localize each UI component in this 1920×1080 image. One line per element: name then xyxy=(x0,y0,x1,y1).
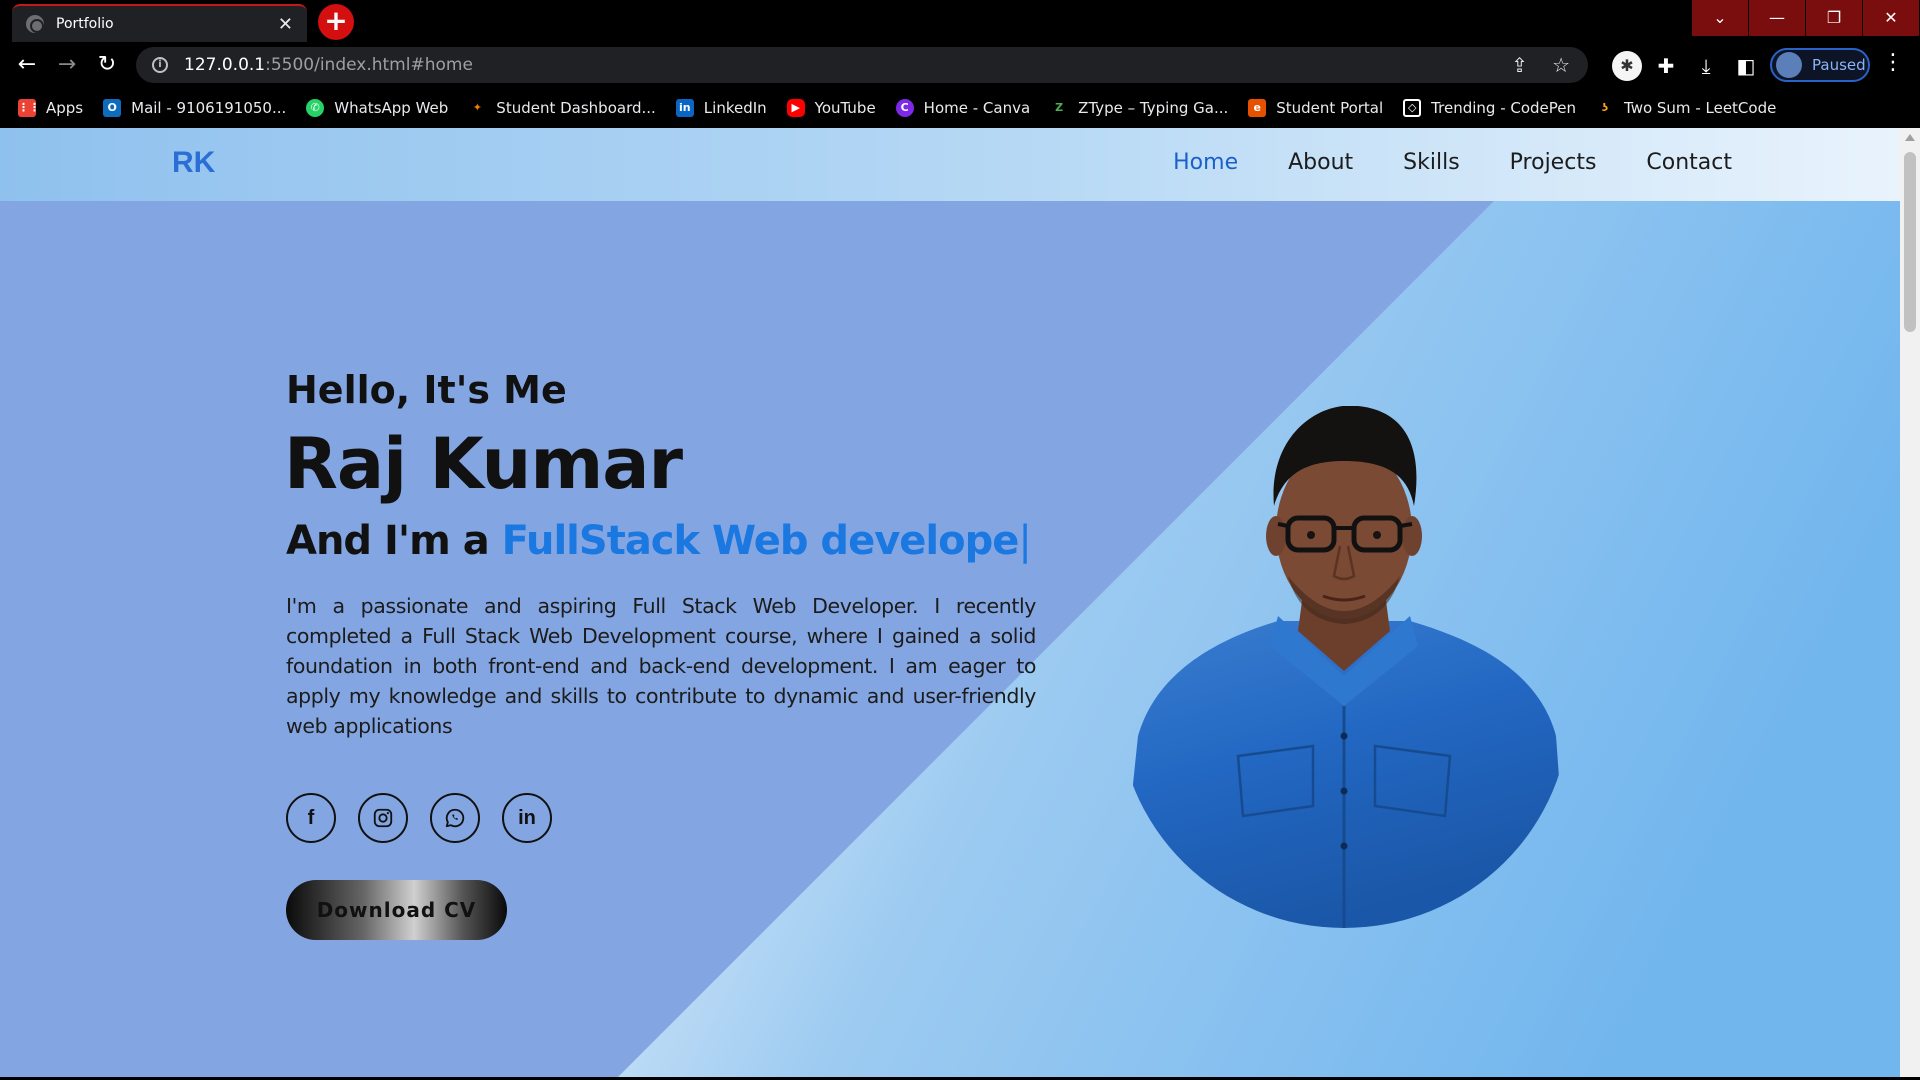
instagram-icon xyxy=(373,808,393,828)
bookmark-student-dashboard[interactable]: ✦ Student Dashboard... xyxy=(468,99,656,117)
extensions-puzzle-icon[interactable]: ✚ xyxy=(1650,50,1682,82)
whatsapp-icon xyxy=(445,808,465,828)
nav-contact[interactable]: Contact xyxy=(1646,150,1732,175)
share-icon[interactable]: ⇪ xyxy=(1511,53,1528,77)
browser-tab[interactable]: Portfolio ✕ xyxy=(12,4,307,42)
linkedin-icon: in xyxy=(675,99,694,117)
ztype-icon: Z xyxy=(1055,101,1064,114)
bookmark-mail[interactable]: O Mail - 9106191050... xyxy=(103,99,286,117)
apps-grid-icon: ⋮⋮ xyxy=(18,99,40,117)
browser-menu-icon[interactable]: ⋮ xyxy=(1882,50,1904,75)
close-tab-icon[interactable]: ✕ xyxy=(278,14,293,35)
whatsapp-link[interactable] xyxy=(430,793,480,843)
social-links: f in xyxy=(286,793,552,843)
bookmark-linkedin[interactable]: in LinkedIn xyxy=(675,99,767,117)
hero-bio: I'm a passionate and aspiring Full Stack… xyxy=(286,594,1036,738)
profile-photo xyxy=(1118,406,1570,928)
url-host: 127.0.0.1 xyxy=(184,55,266,75)
facebook-icon: f xyxy=(307,806,315,829)
page-scrollbar[interactable] xyxy=(1900,128,1920,1077)
bookmark-star-icon[interactable]: ☆ xyxy=(1552,53,1570,77)
bookmark-student-portal[interactable]: e Student Portal xyxy=(1248,99,1383,117)
browser-toolbar: ← → ↻ i 127.0.0.1:5500/index.html#home ⇪… xyxy=(0,42,1920,88)
bookmark-label: Apps xyxy=(46,99,84,117)
bookmark-label: YouTube xyxy=(814,99,876,117)
download-icon[interactable]: ⤓ xyxy=(1690,50,1722,82)
bookmark-label: Trending - CodePen xyxy=(1431,99,1577,117)
side-panel-icon[interactable]: ◧ xyxy=(1730,50,1762,82)
close-window-button[interactable]: ✕ xyxy=(1863,0,1919,36)
reload-button[interactable]: ↻ xyxy=(92,50,122,80)
canva-icon: C xyxy=(895,99,914,117)
avatar xyxy=(1776,52,1802,78)
restore-button[interactable]: ❐ xyxy=(1806,0,1862,36)
bookmark-label: Mail - 9106191050... xyxy=(131,99,287,117)
bookmark-youtube[interactable]: ▶ YouTube xyxy=(786,99,876,117)
typing-cursor: | xyxy=(1018,518,1032,564)
nav-home[interactable]: Home xyxy=(1173,150,1238,175)
outlook-icon: O xyxy=(103,99,122,117)
bookmark-label: WhatsApp Web xyxy=(334,99,449,117)
bookmark-ztype[interactable]: Z ZType – Typing Ga... xyxy=(1050,99,1228,117)
minimize-button[interactable]: — xyxy=(1749,0,1805,36)
bookmark-label: Student Dashboard... xyxy=(496,99,656,117)
student-portal-icon: e xyxy=(1248,99,1267,117)
profile-status: Paused xyxy=(1812,56,1866,74)
forward-button[interactable]: → xyxy=(52,50,82,80)
codepen-icon: ◇ xyxy=(1403,99,1422,117)
role-prefix: And I'm a xyxy=(286,518,502,564)
bookmark-leetcode[interactable]: ʖ Two Sum - LeetCode xyxy=(1596,99,1776,117)
hero-role: And I'm a FullStack Web develope| xyxy=(286,518,1032,564)
student-dashboard-icon: ✦ xyxy=(472,101,482,114)
back-button[interactable]: ← xyxy=(12,50,42,80)
nav-projects[interactable]: Projects xyxy=(1510,150,1597,175)
profile-button[interactable]: Paused xyxy=(1770,48,1870,82)
linkedin-link[interactable]: in xyxy=(502,793,552,843)
nav-about[interactable]: About xyxy=(1288,150,1353,175)
linkedin-icon: in xyxy=(518,806,536,829)
scroll-thumb[interactable] xyxy=(1904,152,1916,332)
address-bar[interactable]: i 127.0.0.1:5500/index.html#home ⇪ ☆ xyxy=(136,47,1588,83)
download-cv-button[interactable]: Download CV xyxy=(286,880,507,940)
extension-icon[interactable]: ✱ xyxy=(1612,51,1642,81)
instagram-link[interactable] xyxy=(358,793,408,843)
bookmark-label: ZType – Typing Ga... xyxy=(1078,99,1229,117)
bookmark-label: Home - Canva xyxy=(923,99,1031,117)
url-path: :5500/index.html#home xyxy=(265,55,473,75)
youtube-icon: ▶ xyxy=(786,99,805,117)
new-tab-button[interactable]: + xyxy=(318,4,354,40)
bookmark-canva[interactable]: C Home - Canva xyxy=(895,99,1031,117)
tab-title: Portfolio xyxy=(56,16,114,32)
browser-titlebar: Portfolio ✕ + ⌄ — ❐ ✕ xyxy=(0,0,1920,42)
bookmark-codepen[interactable]: ◇ Trending - CodePen xyxy=(1403,99,1576,117)
bookmark-label: Student Portal xyxy=(1276,99,1384,117)
bookmarks-bar: ⋮⋮ Apps O Mail - 9106191050... ✆ WhatsApp W… xyxy=(0,88,1920,128)
bookmark-label: LinkedIn xyxy=(703,99,767,117)
nav-skills[interactable]: Skills xyxy=(1403,150,1460,175)
bookmark-whatsapp[interactable]: ✆ WhatsApp Web xyxy=(306,99,448,117)
site-header: RK Home About Skills Projects Contact xyxy=(0,128,1900,201)
bookmark-label: Two Sum - LeetCode xyxy=(1624,99,1777,117)
leetcode-icon: ʖ xyxy=(1601,101,1609,114)
hero-name: Raj Kumar xyxy=(284,423,683,505)
bookmark-apps[interactable]: ⋮⋮ Apps xyxy=(18,99,83,117)
facebook-link[interactable]: f xyxy=(286,793,336,843)
site-logo[interactable]: RK xyxy=(172,146,215,180)
globe-icon xyxy=(26,15,44,33)
hero-greeting: Hello, It's Me xyxy=(286,368,567,412)
site-info-icon[interactable]: i xyxy=(152,57,168,73)
site-nav: Home About Skills Projects Contact xyxy=(1173,150,1732,175)
tab-search-button[interactable]: ⌄ xyxy=(1692,0,1748,36)
page-viewport: RK Home About Skills Projects Contact He… xyxy=(0,128,1900,1077)
scroll-up-arrow-icon[interactable] xyxy=(1905,134,1915,141)
role-highlight: FullStack Web develope xyxy=(501,518,1020,564)
whatsapp-icon: ✆ xyxy=(306,99,325,117)
